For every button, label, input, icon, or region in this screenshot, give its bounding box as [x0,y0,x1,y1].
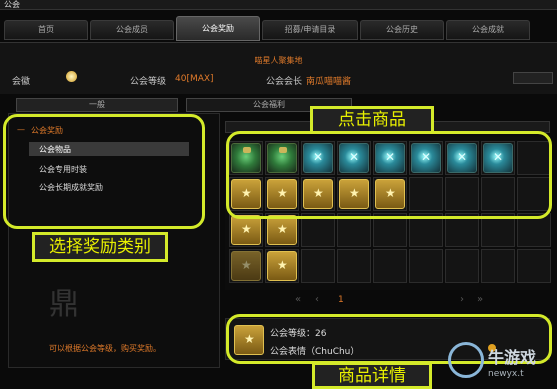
leader-label: 公会会长 [266,77,303,87]
item-slot[interactable] [445,249,479,283]
tab-members[interactable]: 公会成员 [90,20,174,40]
level-label: 公会等级 [130,77,167,87]
tab-home[interactable]: 首页 [4,20,88,40]
item-slot[interactable] [337,249,371,283]
annotation-item-detail: 商品详情 [312,362,432,389]
annotation-items-outline [226,131,552,219]
footer-note: 可以根据公会等级，购买奖励。 [49,344,161,353]
prev-page-icon[interactable]: ‹ [315,294,319,305]
card-icon [267,251,297,281]
guild-info: 喵星人聚集地 会徽 公会等级 40[MAX] 公会会长 南瓜喵喵酱 [0,42,557,94]
item-slot[interactable] [265,249,299,283]
tab-rewards[interactable]: 公会奖励 [176,16,260,41]
annotation-category-outline [3,114,205,229]
emblem-icon [66,71,77,82]
page-number: 1 [338,295,344,305]
item-slot[interactable] [517,249,551,283]
card-icon [231,251,261,281]
next-page-icon[interactable]: › [460,294,464,305]
level-value: 40[MAX] [175,74,214,84]
tab-history[interactable]: 公会历史 [360,20,444,40]
watermark-brand: 牛游戏 [488,348,537,367]
first-page-icon[interactable]: « [295,294,301,305]
watermark-url: newyx.t [488,369,524,379]
title-bar: 公会 [0,0,557,10]
last-page-icon[interactable]: » [477,294,483,305]
pagination: « ‹ 1 › » [225,292,550,308]
window-title: 公会 [4,0,20,9]
card-icon [267,215,297,245]
tab-recruit[interactable]: 招募/申请目录 [262,20,358,40]
emblem-label: 会徽 [12,77,31,87]
annotation-select-category: 选择奖励类别 [32,232,168,262]
annotation-click-item: 点击商品 [310,106,434,134]
guild-name: 喵星人聚集地 [254,56,303,65]
item-slot[interactable] [409,249,443,283]
tab-achievements[interactable]: 公会成就 [446,20,530,40]
item-slot[interactable] [301,249,335,283]
background-emblem: 鼎 [49,287,79,322]
item-slot[interactable] [481,249,515,283]
leader-value: 南瓜喵喵酱 [306,77,352,87]
card-icon [231,215,261,245]
item-slot[interactable] [229,249,263,283]
subtab-general[interactable]: 一般 [16,98,178,112]
info-button[interactable] [513,72,553,84]
main-tabs: 首页 公会成员 公会奖励 招募/申请目录 公会历史 公会成就 [0,16,557,42]
item-slot[interactable] [373,249,407,283]
watermark-logo-icon [448,342,484,378]
